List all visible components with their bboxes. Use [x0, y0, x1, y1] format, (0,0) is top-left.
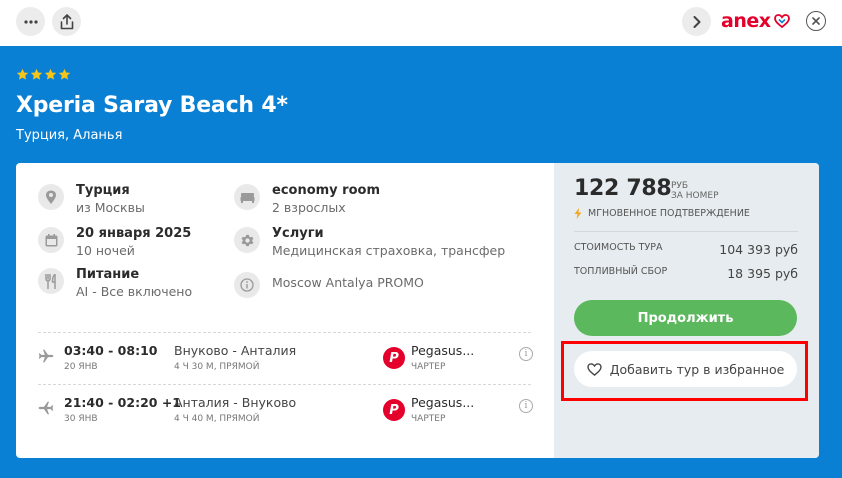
chevron-right-icon [693, 15, 700, 28]
tour-card: Турция из Москвы economy room 2 взрослых… [16, 163, 819, 458]
detail-subtitle: 2 взрослых [272, 200, 346, 215]
flight-time: 21:40 - 02:20 +1 [64, 395, 181, 410]
close-icon [812, 17, 820, 25]
divider [574, 231, 798, 232]
heart-icon [587, 362, 602, 376]
detail-title: economy room [272, 183, 381, 198]
detail-promo-text: Moscow Antalya PROMO [272, 275, 424, 290]
flight-info-icon[interactable]: i [519, 399, 533, 413]
flight-duration: 4 Ч 30 М, ПРЯМОЙ [174, 362, 260, 372]
next-button[interactable] [682, 7, 711, 36]
price-panel: 122 788 РУБ ЗА НОМЕР МГНОВЕННОЕ ПОДТВЕРЖ… [554, 163, 819, 458]
share-button[interactable] [52, 7, 81, 36]
flight-time: 03:40 - 08:10 [64, 343, 158, 358]
tour-cost-label: СТОИМОСТЬ ТУРА [574, 242, 663, 253]
hotel-name: Xperia Saray Beach 4* [16, 93, 288, 118]
close-button[interactable] [806, 11, 826, 31]
fuel-fee-value: 18 395 руб [727, 266, 798, 281]
flight-type: ЧАРТЕР [411, 414, 446, 424]
favorite-label: Добавить тур в избранное [609, 361, 785, 377]
lightning-icon [574, 208, 582, 219]
info-icon [234, 272, 260, 298]
detail-title: Услуги [272, 226, 324, 241]
airline-name: Pegasus... [411, 343, 475, 358]
flight-date: 30 ЯНВ [64, 414, 98, 424]
add-to-favorites-button[interactable]: Добавить тур в избранное [574, 351, 797, 387]
logo-heart-icon [773, 14, 790, 28]
total-price: 122 788 [574, 176, 672, 201]
flight-date: 20 ЯНВ [64, 362, 98, 372]
bed-icon [234, 184, 260, 210]
detail-title: Турция [76, 183, 130, 198]
detail-subtitle: из Москвы [76, 200, 145, 215]
flight-route: Внуково - Анталия [174, 343, 297, 358]
detail-title: 20 января 2025 [76, 226, 192, 241]
star-icon [30, 68, 43, 80]
flight-route: Анталия - Внуково [174, 395, 297, 410]
star-icon [58, 68, 71, 80]
pegasus-logo-icon: P [383, 399, 405, 421]
tour-cost-value: 104 393 руб [719, 242, 798, 257]
plane-icon [38, 401, 54, 415]
flight-type: ЧАРТЕР [411, 362, 446, 372]
price-per: ЗА НОМЕР [671, 191, 719, 201]
anex-logo[interactable]: anex [721, 8, 790, 34]
share-icon [60, 13, 73, 29]
detail-subtitle: AI - Все включено [76, 284, 193, 299]
hotel-location: Турция, Аланья [16, 128, 123, 143]
fuel-fee-label: ТОПЛИВНЫЙ СБОР [574, 266, 668, 277]
fuel-fee-row: ТОПЛИВНЫЙ СБОР 18 395 руб [574, 266, 798, 281]
flight-info-icon[interactable]: i [519, 347, 533, 361]
detail-subtitle: 10 ночей [76, 243, 135, 258]
plane-icon [38, 349, 54, 363]
gear-icon [234, 227, 260, 253]
calendar-icon [38, 227, 64, 253]
top-bar: anex [0, 0, 842, 46]
detail-title: Питание [76, 267, 140, 282]
flight-duration: 4 Ч 40 М, ПРЯМОЙ [174, 414, 260, 424]
divider [38, 384, 531, 385]
fork-knife-icon [38, 268, 64, 294]
more-horizontal-icon [23, 19, 38, 24]
logo-text: anex [721, 10, 771, 32]
hotel-rating-stars [16, 68, 71, 81]
pegasus-logo-icon: P [383, 347, 405, 369]
flight-row-return: 21:40 - 02:20 +1 30 ЯНВ Анталия - Внуков… [38, 395, 533, 435]
airline-name: Pegasus... [411, 395, 475, 410]
currency: РУБ [671, 181, 689, 191]
tour-cost-row: СТОИМОСТЬ ТУРА 104 393 руб [574, 242, 798, 257]
flight-row-outbound: 03:40 - 08:10 20 ЯНВ Внуково - Анталия 4… [38, 343, 533, 383]
divider [38, 332, 531, 333]
price-unit: РУБ ЗА НОМЕР [671, 181, 719, 201]
star-icon [44, 68, 57, 80]
more-button[interactable] [16, 7, 45, 36]
location-pin-icon [38, 184, 64, 210]
instant-confirmation-text: МГНОВЕННОЕ ПОДТВЕРЖДЕНИЕ [588, 208, 750, 219]
detail-subtitle: Медицинская страховка, трансфер [272, 243, 506, 258]
star-icon [16, 68, 29, 80]
instant-confirmation: МГНОВЕННОЕ ПОДТВЕРЖДЕНИЕ [574, 208, 750, 219]
continue-button[interactable]: Продолжить [574, 300, 797, 336]
